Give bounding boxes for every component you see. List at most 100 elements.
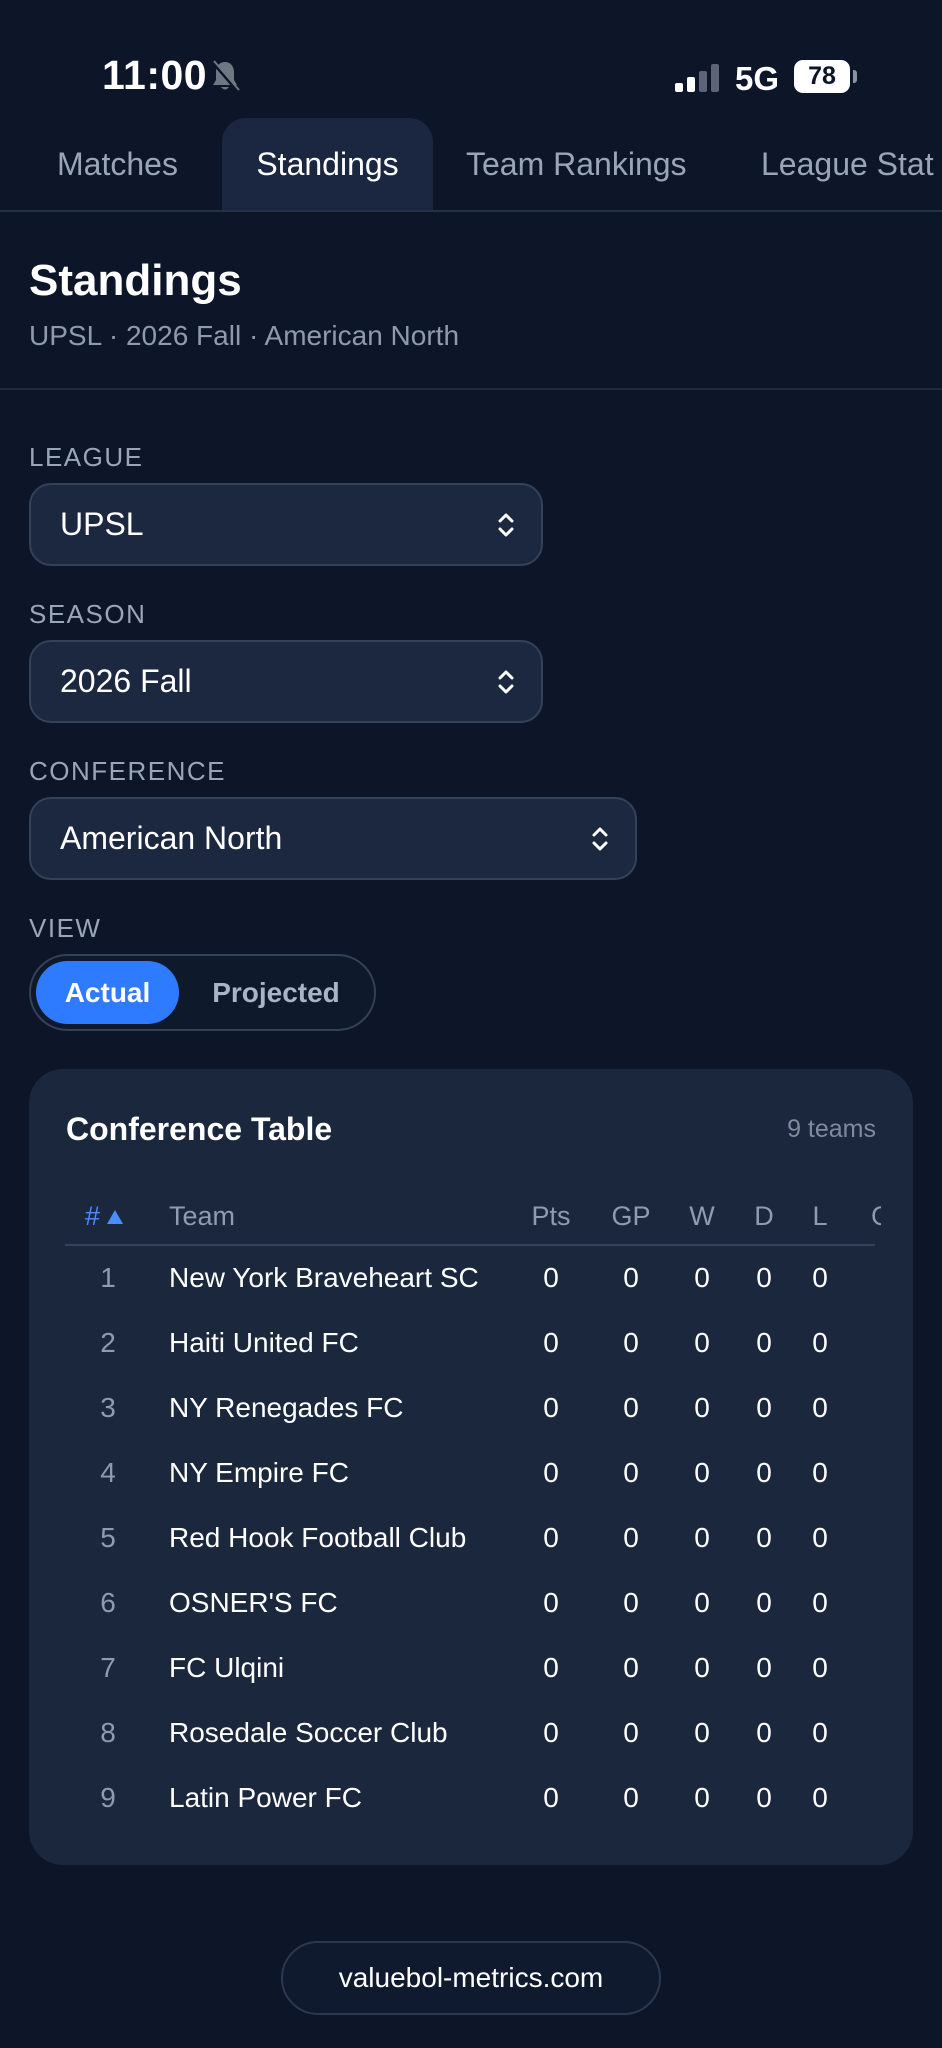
row-d: 0 — [756, 1652, 772, 1683]
table-row[interactable]: 1 New York Braveheart SC 0 0 0 0 0 — [65, 1246, 875, 1311]
col-d-header[interactable]: D — [739, 1201, 789, 1232]
row-rank: 7 — [100, 1652, 116, 1683]
row-d: 0 — [756, 1587, 772, 1618]
conference-label: CONFERENCE — [29, 756, 227, 786]
league-label: LEAGUE — [29, 442, 144, 472]
row-d: 0 — [756, 1717, 772, 1748]
row-team: NY Empire FC — [169, 1457, 349, 1488]
row-team: Rosedale Soccer Club — [169, 1717, 448, 1748]
row-d: 0 — [756, 1522, 772, 1553]
row-team: OSNER'S FC — [169, 1587, 338, 1618]
chevron-updown-icon — [592, 827, 608, 850]
season-label: SEASON — [29, 599, 147, 629]
tab-standings[interactable]: Standings — [222, 118, 433, 210]
table-row[interactable]: 3 NY Renegades FC 0 0 0 0 0 — [65, 1376, 875, 1441]
row-pts: 0 — [543, 1262, 559, 1293]
chevron-updown-icon — [498, 513, 514, 536]
row-l: 0 — [812, 1522, 828, 1553]
row-w: 0 — [694, 1652, 710, 1683]
row-w: 0 — [694, 1327, 710, 1358]
standings-table: # Team Pts GP W D L G 1 New York Bravehe… — [65, 1185, 881, 1831]
row-team: NY Renegades FC — [169, 1392, 404, 1423]
view-projected-button[interactable]: Projected — [191, 961, 361, 1024]
row-rank: 8 — [100, 1717, 116, 1748]
row-l: 0 — [812, 1652, 828, 1683]
row-team: New York Braveheart SC — [169, 1262, 479, 1293]
table-row[interactable]: 9 Latin Power FC 0 0 0 0 0 — [65, 1766, 875, 1831]
row-d: 0 — [756, 1782, 772, 1813]
row-l: 0 — [812, 1782, 828, 1813]
row-l: 0 — [812, 1587, 828, 1618]
row-rank: 4 — [100, 1457, 116, 1488]
row-gp: 0 — [623, 1587, 639, 1618]
league-select[interactable]: UPSL — [29, 483, 543, 566]
row-w: 0 — [694, 1782, 710, 1813]
tab-bar: Matches Standings Team Rankings League S… — [0, 118, 942, 212]
row-team: Latin Power FC — [169, 1782, 362, 1813]
row-gp: 0 — [623, 1457, 639, 1488]
chevron-updown-icon — [498, 670, 514, 693]
row-gp: 0 — [623, 1522, 639, 1553]
status-time: 11:00 — [102, 52, 208, 98]
card-title: Conference Table — [66, 1111, 333, 1147]
col-w-header[interactable]: W — [677, 1201, 727, 1232]
conference-table-card: Conference Table 9 teams # Team Pts GP W… — [29, 1069, 913, 1865]
row-gp: 0 — [623, 1392, 639, 1423]
conference-select[interactable]: American North — [29, 797, 637, 880]
col-gp-header[interactable]: GP — [606, 1201, 656, 1232]
row-w: 0 — [694, 1392, 710, 1423]
col-pts-header[interactable]: Pts — [526, 1201, 576, 1232]
row-d: 0 — [756, 1327, 772, 1358]
tab-matches[interactable]: Matches — [57, 118, 178, 210]
row-gp: 0 — [623, 1327, 639, 1358]
row-pts: 0 — [543, 1392, 559, 1423]
battery-icon: 78 — [794, 60, 850, 93]
table-row[interactable]: 2 Haiti United FC 0 0 0 0 0 — [65, 1311, 875, 1376]
col-l-header[interactable]: L — [795, 1201, 845, 1232]
col-more-header[interactable]: G — [871, 1201, 881, 1232]
signal-icon — [675, 64, 719, 92]
row-d: 0 — [756, 1262, 772, 1293]
table-row[interactable]: 7 FC Ulqini 0 0 0 0 0 — [65, 1636, 875, 1701]
row-pts: 0 — [543, 1522, 559, 1553]
row-rank: 2 — [100, 1327, 116, 1358]
col-rank-label: # — [85, 1201, 101, 1231]
sort-asc-icon — [107, 1209, 124, 1224]
view-actual-button[interactable]: Actual — [36, 961, 179, 1024]
row-team: Haiti United FC — [169, 1327, 359, 1358]
season-select[interactable]: 2026 Fall — [29, 640, 543, 723]
col-rank-header[interactable]: # — [85, 1201, 124, 1232]
page-subtitle: UPSL · 2026 Fall · American North — [29, 320, 460, 351]
row-pts: 0 — [543, 1717, 559, 1748]
row-w: 0 — [694, 1522, 710, 1553]
season-select-value: 2026 Fall — [60, 663, 192, 699]
row-rank: 1 — [100, 1262, 116, 1293]
network-label: 5G — [735, 60, 780, 97]
row-w: 0 — [694, 1262, 710, 1293]
row-team: Red Hook Football Club — [169, 1522, 467, 1553]
table-row[interactable]: 6 OSNER'S FC 0 0 0 0 0 — [65, 1571, 875, 1636]
battery-cap — [853, 70, 857, 83]
league-select-value: UPSL — [60, 506, 144, 542]
battery-level: 78 — [808, 62, 836, 90]
row-team: FC Ulqini — [169, 1652, 285, 1683]
view-label: VIEW — [29, 913, 102, 943]
table-row[interactable]: 8 Rosedale Soccer Club 0 0 0 0 0 — [65, 1701, 875, 1766]
row-gp: 0 — [623, 1782, 639, 1813]
row-pts: 0 — [543, 1587, 559, 1618]
status-bar: 11:00 5G 78 — [0, 0, 942, 118]
row-gp: 0 — [623, 1652, 639, 1683]
tab-team-rankings[interactable]: Team Rankings — [466, 118, 687, 210]
row-gp: 0 — [623, 1717, 639, 1748]
table-row[interactable]: 5 Red Hook Football Club 0 0 0 0 0 — [65, 1506, 875, 1571]
site-link[interactable]: valuebol-metrics.com — [281, 1941, 661, 2015]
page-header: Standings UPSL · 2026 Fall · American No… — [0, 212, 942, 390]
bell-slash-icon — [211, 60, 240, 93]
row-w: 0 — [694, 1457, 710, 1488]
row-l: 0 — [812, 1717, 828, 1748]
view-segmented-control: Actual Projected — [29, 954, 376, 1031]
table-row[interactable]: 4 NY Empire FC 0 0 0 0 0 — [65, 1441, 875, 1506]
row-w: 0 — [694, 1587, 710, 1618]
tab-league-stats[interactable]: League Stat — [761, 118, 934, 210]
col-team-header[interactable]: Team — [169, 1201, 235, 1232]
